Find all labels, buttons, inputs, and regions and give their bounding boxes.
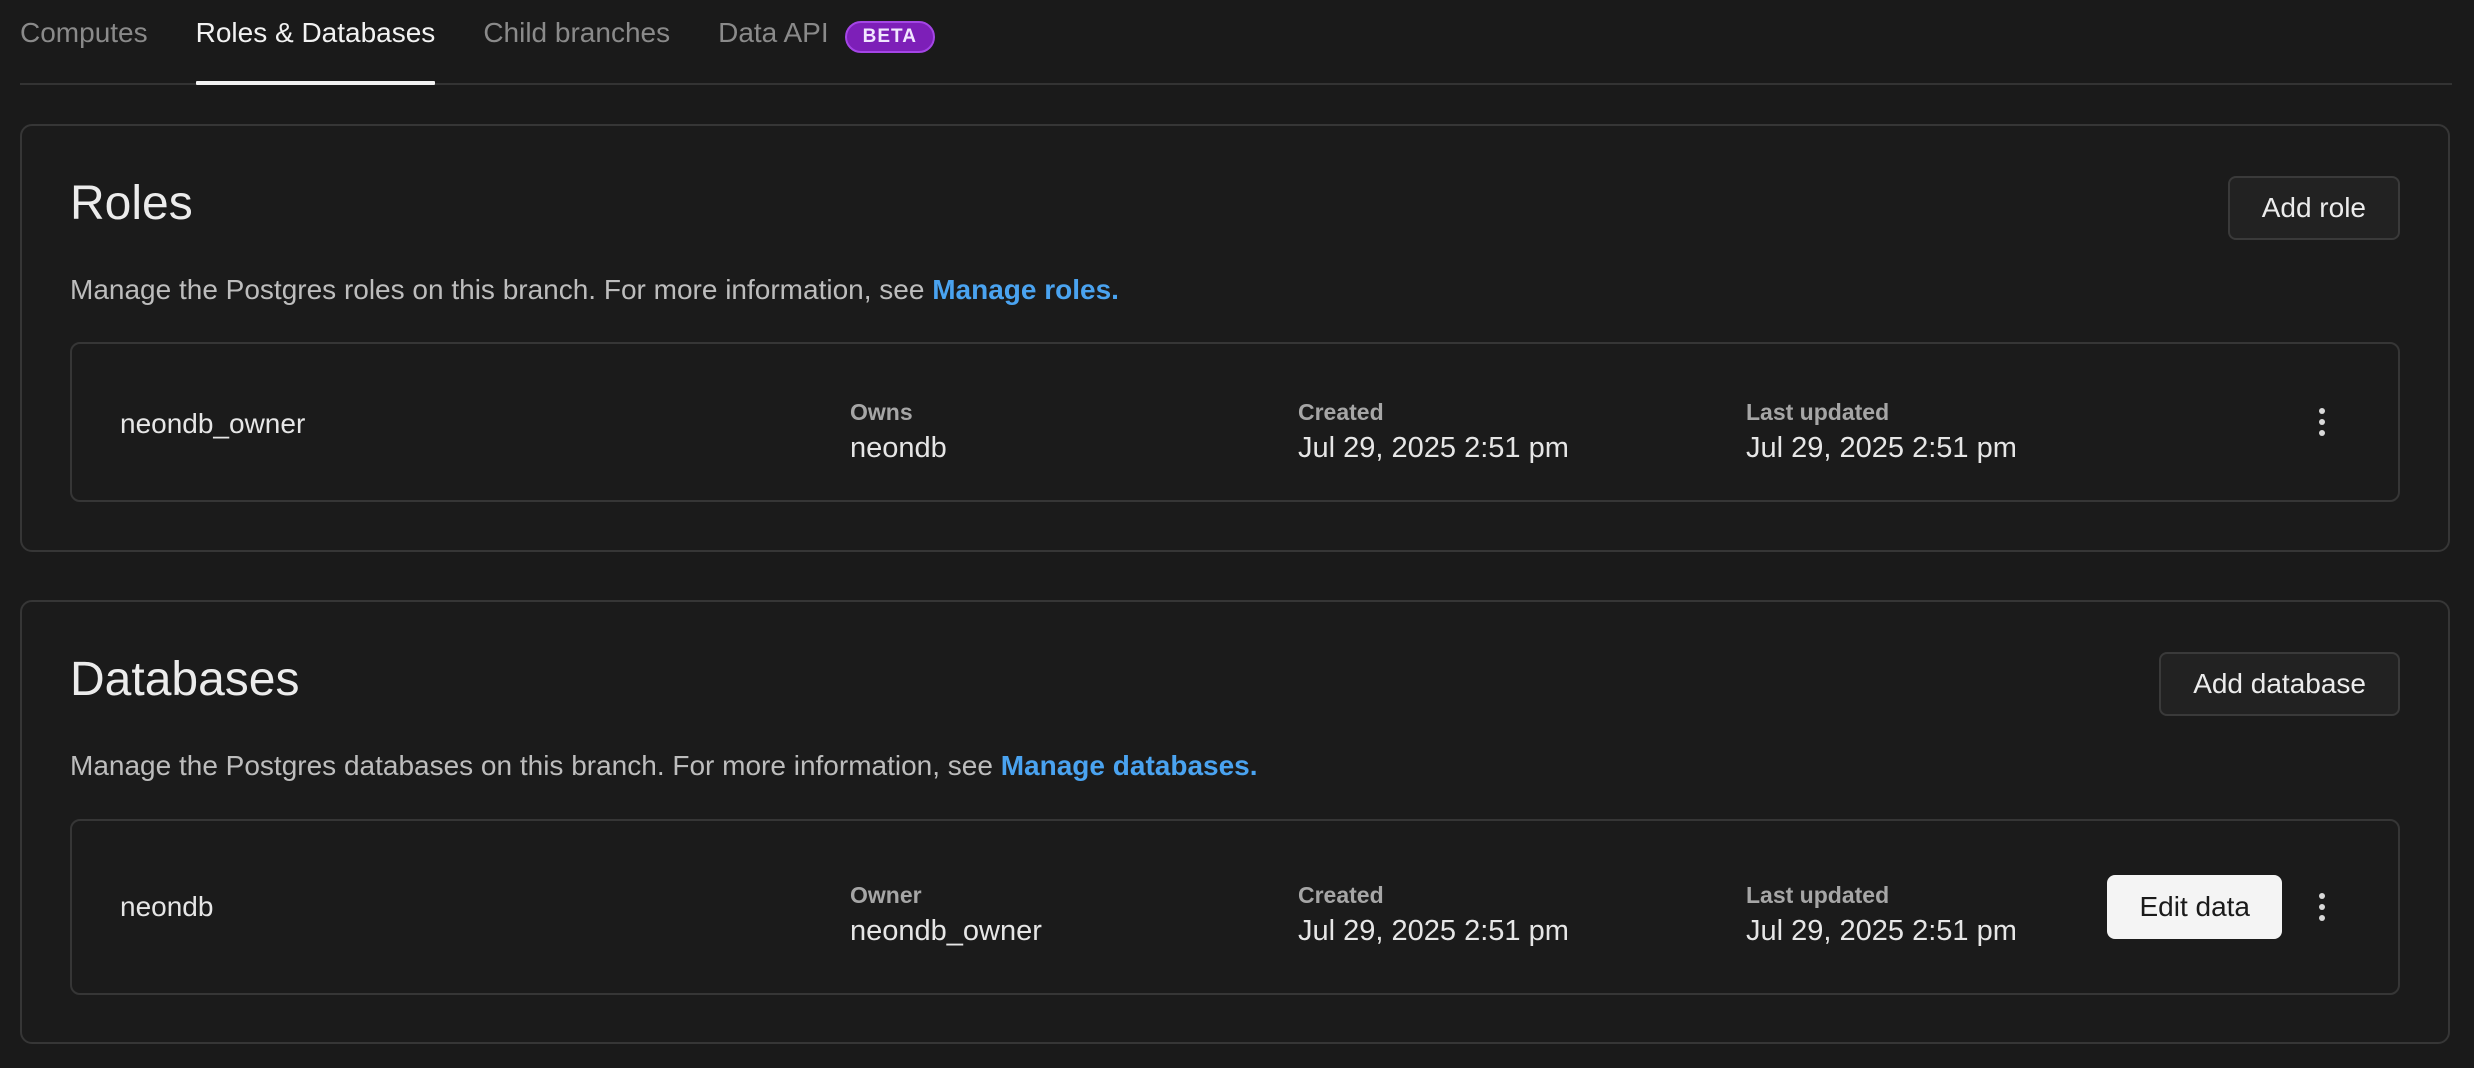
- tab-roles-databases-label: Roles & Databases: [195, 17, 436, 48]
- role-created-column: Created Jul 29, 2025 2:51 pm: [1298, 396, 1569, 468]
- beta-badge: BETA: [844, 21, 935, 53]
- database-owner-value: neondb_owner: [850, 915, 1042, 947]
- tab-child-branches[interactable]: Child branches: [483, 0, 670, 83]
- tab-roles-databases[interactable]: Roles & Databases: [195, 0, 436, 85]
- database-created-label: Created: [1298, 882, 1384, 908]
- role-updated-column: Last updated Jul 29, 2025 2:51 pm: [1746, 396, 2017, 468]
- databases-card: Databases Add database Manage the Postgr…: [20, 600, 2450, 1044]
- branch-roles-databases-page: Computes Roles & Databases Child branche…: [0, 0, 2474, 1068]
- database-owner-label: Owner: [850, 882, 922, 908]
- database-name: neondb: [120, 891, 214, 922]
- role-created-value: Jul 29, 2025 2:51 pm: [1298, 432, 1569, 464]
- databases-title: Databases: [70, 653, 300, 706]
- role-name: neondb_owner: [120, 408, 306, 439]
- database-updated-value: Jul 29, 2025 2:51 pm: [1746, 915, 2017, 947]
- database-created-column: Created Jul 29, 2025 2:51 pm: [1298, 879, 1569, 951]
- role-updated-label: Last updated: [1746, 399, 1890, 425]
- roles-title: Roles: [70, 177, 193, 230]
- role-owns-label: Owns: [850, 399, 913, 425]
- edit-data-button[interactable]: Edit data: [2107, 875, 2282, 939]
- tab-computes[interactable]: Computes: [20, 0, 148, 83]
- role-updated-value: Jul 29, 2025 2:51 pm: [1746, 432, 2017, 464]
- tab-data-api-label: Data API: [718, 17, 829, 48]
- kebab-menu-icon[interactable]: [2310, 402, 2334, 442]
- database-updated-column: Last updated Jul 29, 2025 2:51 pm: [1746, 879, 2017, 951]
- manage-roles-link[interactable]: Manage roles.: [932, 274, 1119, 305]
- roles-card: Roles Add role Manage the Postgres roles…: [20, 124, 2450, 552]
- roles-description: Manage the Postgres roles on this branch…: [70, 274, 1119, 306]
- databases-description: Manage the Postgres databases on this br…: [70, 750, 1258, 782]
- database-created-value: Jul 29, 2025 2:51 pm: [1298, 915, 1569, 947]
- database-owner-column: Owner neondb_owner: [850, 879, 1042, 951]
- manage-databases-link[interactable]: Manage databases.: [1001, 750, 1258, 781]
- tab-computes-label: Computes: [20, 17, 148, 48]
- databases-description-text: Manage the Postgres databases on this br…: [70, 750, 1001, 781]
- roles-description-text: Manage the Postgres roles on this branch…: [70, 274, 933, 305]
- add-role-button[interactable]: Add role: [2227, 176, 2400, 240]
- role-row: neondb_owner Owns neondb Created Jul 29,…: [70, 342, 2400, 502]
- add-database-button[interactable]: Add database: [2159, 652, 2400, 716]
- tab-child-branches-label: Child branches: [483, 17, 671, 48]
- tab-bar: Computes Roles & Databases Child branche…: [20, 0, 2452, 85]
- role-created-label: Created: [1298, 399, 1384, 425]
- database-row: neondb Owner neondb_owner Created Jul 29…: [70, 819, 2400, 995]
- database-updated-label: Last updated: [1746, 882, 1890, 908]
- tab-data-api[interactable]: Data API BETA: [718, 0, 935, 83]
- role-owns-column: Owns neondb: [850, 396, 947, 468]
- role-owns-value: neondb: [850, 432, 947, 464]
- kebab-menu-icon[interactable]: [2310, 887, 2334, 927]
